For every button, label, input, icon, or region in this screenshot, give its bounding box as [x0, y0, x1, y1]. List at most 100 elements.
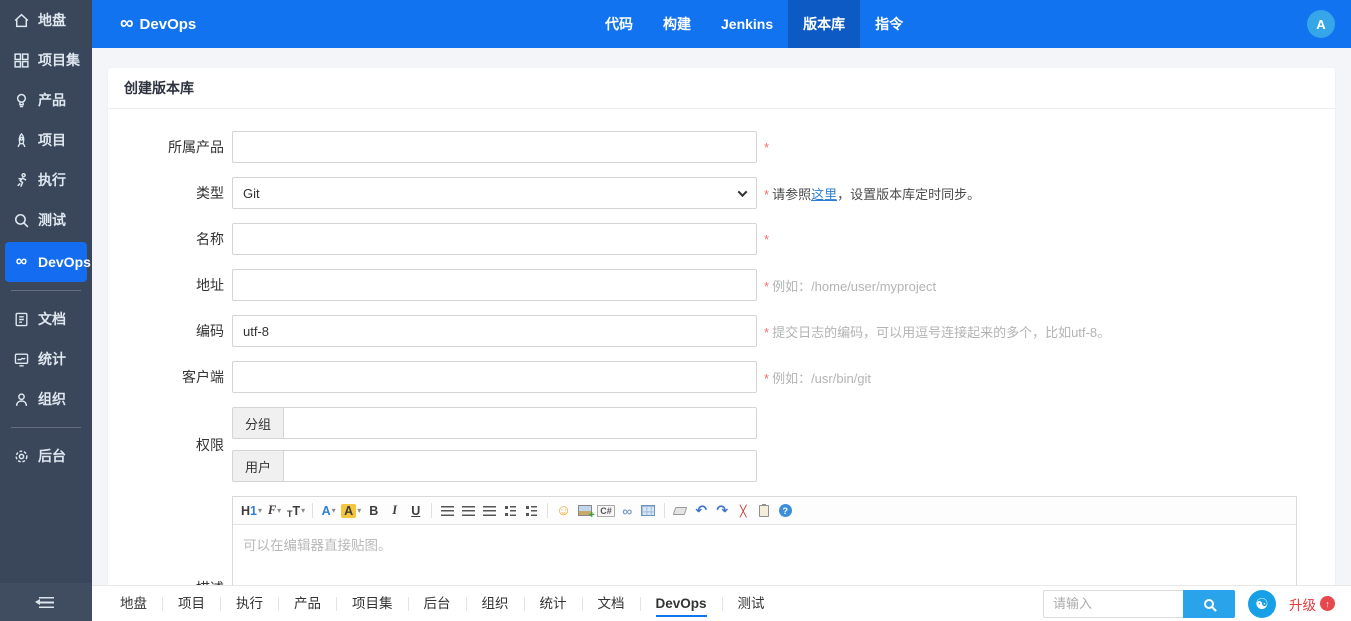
font-size-button[interactable]: TT	[285, 500, 307, 522]
tab-repo[interactable]: 版本库	[788, 0, 860, 48]
insert-code-button[interactable]: C#	[595, 500, 617, 522]
required-star: *	[764, 371, 769, 386]
font-family-glyph: F	[268, 503, 276, 518]
form-row-path: 地址 *例如：/home/user/myproject	[124, 269, 1319, 301]
unordered-list-button[interactable]	[521, 500, 542, 522]
tab-label: 代码	[605, 14, 633, 34]
sidebar-item-dashboard[interactable]: 地盘	[0, 0, 92, 40]
app-brand[interactable]: DevOps	[120, 13, 196, 35]
tab-jenkins[interactable]: Jenkins	[706, 0, 788, 48]
sidebar-collapse-button[interactable]	[0, 583, 92, 621]
footer-item-org[interactable]: 组织	[467, 597, 525, 611]
font-size-glyph: T	[293, 504, 301, 518]
product-input[interactable]	[232, 131, 757, 163]
upgrade-link[interactable]: 升级	[1289, 594, 1343, 614]
insert-link-button[interactable]	[617, 500, 638, 522]
encoding-label: 编码	[124, 321, 232, 341]
source-button[interactable]	[754, 500, 775, 522]
chart-monitor-icon	[13, 351, 30, 368]
text-color-glyph: A	[322, 504, 331, 518]
insert-image-button[interactable]	[574, 500, 595, 522]
sidebar-item-stats[interactable]: 统计	[0, 339, 92, 379]
insert-table-button[interactable]	[638, 500, 659, 522]
align-left-button[interactable]	[437, 500, 458, 522]
remove-format-button[interactable]	[670, 500, 691, 522]
name-input[interactable]	[232, 223, 757, 255]
footer-item-product[interactable]: 产品	[279, 597, 337, 611]
sync-help-link[interactable]: 这里	[811, 187, 837, 202]
link-icon	[622, 503, 632, 519]
tab-label: Jenkins	[721, 16, 773, 32]
footer-item-project-set[interactable]: 项目集	[337, 597, 409, 611]
client-input[interactable]	[232, 361, 757, 393]
footer-item-stats[interactable]: 统计	[525, 597, 583, 611]
footer-item-doc[interactable]: 文档	[583, 597, 641, 611]
footer-item-devops[interactable]: DevOps	[641, 597, 723, 611]
font-family-button[interactable]: F	[264, 500, 285, 522]
editor-body[interactable]: 可以在编辑器直接贴图。	[233, 525, 1296, 585]
eraser-icon	[673, 507, 688, 515]
type-select[interactable]: Git	[232, 177, 757, 209]
undo-button[interactable]	[691, 500, 712, 522]
user-avatar[interactable]: A	[1307, 10, 1335, 38]
sidebar-item-label: 后台	[38, 446, 66, 466]
sidebar-item-devops[interactable]: DevOps	[5, 242, 87, 282]
search-icon	[1204, 599, 1214, 609]
highlight-color-button[interactable]: A	[339, 500, 363, 522]
required-star: *	[764, 140, 769, 155]
align-center-button[interactable]	[458, 500, 479, 522]
footer-item-project[interactable]: 项目	[163, 597, 221, 611]
align-right-icon	[483, 506, 496, 516]
acl-user-input[interactable]	[283, 450, 757, 482]
required-star: *	[764, 325, 769, 340]
footer-search-input[interactable]	[1043, 590, 1183, 618]
editor-help-button[interactable]: ?	[775, 500, 796, 522]
footer-item-execution[interactable]: 执行	[221, 597, 279, 611]
footer-item-test[interactable]: 测试	[723, 597, 780, 611]
sidebar-item-product[interactable]: 产品	[0, 80, 92, 120]
required-star: *	[764, 232, 769, 247]
emoticon-button[interactable]	[553, 500, 574, 522]
fullscreen-icon	[740, 504, 747, 518]
sidebar-item-execution[interactable]: 执行	[0, 160, 92, 200]
acl-label: 权限	[124, 435, 232, 455]
image-icon	[578, 505, 592, 516]
footer-right: 升级	[1043, 590, 1351, 618]
magnifier-icon	[13, 212, 30, 229]
encoding-input[interactable]	[232, 315, 757, 347]
fullscreen-button[interactable]	[733, 500, 754, 522]
footer-search-button[interactable]	[1183, 590, 1235, 618]
tab-code[interactable]: 代码	[590, 0, 648, 48]
bold-button[interactable]: B	[363, 500, 384, 522]
align-right-button[interactable]	[479, 500, 500, 522]
tab-build[interactable]: 构建	[648, 0, 706, 48]
zentao-logo[interactable]	[1248, 590, 1276, 618]
underline-button[interactable]: U	[405, 500, 426, 522]
heading-button[interactable]: H1	[239, 500, 264, 522]
sidebar-item-label: 组织	[38, 389, 66, 409]
tab-instruction[interactable]: 指令	[860, 0, 918, 48]
acl-group-row: 分组	[232, 407, 757, 439]
product-helper: *	[764, 140, 772, 155]
client-help-text: 例如：/usr/bin/git	[772, 371, 871, 386]
sidebar-item-label: 产品	[38, 90, 66, 110]
italic-button[interactable]: I	[384, 500, 405, 522]
footer-item-admin[interactable]: 后台	[409, 597, 467, 611]
sidebar-item-admin[interactable]: 后台	[0, 436, 92, 476]
sidebar-item-project[interactable]: 项目	[0, 120, 92, 160]
sidebar-item-project-set[interactable]: 项目集	[0, 40, 92, 80]
redo-button[interactable]	[712, 500, 733, 522]
form-row-name: 名称 *	[124, 223, 1319, 255]
sidebar-item-doc[interactable]: 文档	[0, 299, 92, 339]
acl-group-input[interactable]	[283, 407, 757, 439]
sidebar-item-test[interactable]: 测试	[0, 200, 92, 240]
sidebar-item-org[interactable]: 组织	[0, 379, 92, 419]
required-star: *	[764, 187, 769, 202]
sidebar-item-label: DevOps	[38, 254, 91, 270]
path-input[interactable]	[232, 269, 757, 301]
text-color-button[interactable]: A	[318, 500, 339, 522]
ordered-list-button[interactable]	[500, 500, 521, 522]
footer-item-dashboard[interactable]: 地盘	[105, 597, 163, 611]
tab-label: 构建	[663, 14, 691, 34]
required-star: *	[764, 279, 769, 294]
